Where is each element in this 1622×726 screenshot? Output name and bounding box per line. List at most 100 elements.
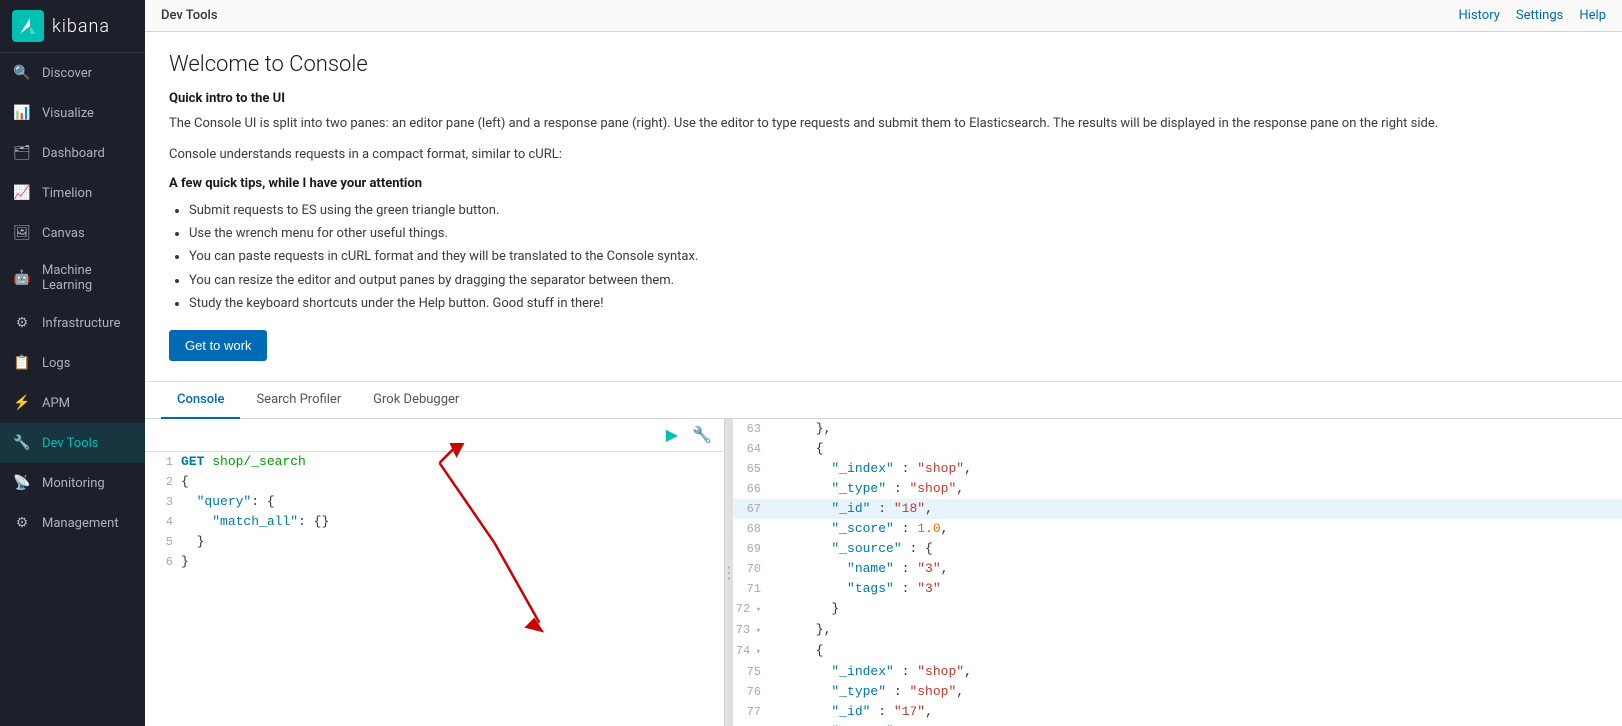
response-line: 69 "_source" : { [733, 539, 1622, 559]
line-content: "query": { [181, 492, 724, 512]
editor-line: 6} [145, 552, 724, 572]
machine-learning-label: Machine Learning [42, 263, 133, 293]
resp-line-number: 78 [733, 722, 769, 726]
line-content: GET shop/_search [181, 452, 724, 472]
visualize-icon: 📊 [12, 103, 32, 123]
resp-line-content: "tags" : "3" [769, 579, 1622, 599]
discover-icon: 🔍 [12, 63, 32, 83]
resp-line-content: "_score" : 1.0, [769, 519, 1622, 539]
editor-line: 3 "query": { [145, 492, 724, 512]
topbar-title: Dev Tools [161, 8, 218, 23]
response-line: 71 "tags" : "3" [733, 579, 1622, 599]
resp-line-content: }, [769, 620, 1622, 640]
resp-line-content: "_id" : "18", [769, 499, 1622, 519]
welcome-title: Welcome to Console [169, 52, 1598, 77]
dev-tools-icon: 🔧 [12, 433, 32, 453]
kibana-logo-icon [12, 10, 44, 42]
settings-link[interactable]: Settings [1516, 8, 1563, 23]
get-to-work-button[interactable]: Get to work [169, 330, 267, 361]
welcome-para1: The Console UI is split into two panes: … [169, 114, 1598, 135]
logs-icon: 📋 [12, 353, 32, 373]
resp-line-content: }, [769, 419, 1622, 439]
history-link[interactable]: History [1459, 8, 1500, 23]
sidebar-item-monitoring[interactable]: 📡 Monitoring [0, 463, 145, 503]
canvas-icon: 🖼 [12, 223, 32, 243]
resp-line-content: "_id" : "17", [769, 702, 1622, 722]
quick-intro-label: Quick intro to the UI [169, 91, 1598, 106]
sidebar: kibana 🔍 Discover 📊 Visualize 🗂 Dashboar… [0, 0, 145, 726]
response-line: 63 }, [733, 419, 1622, 439]
discover-label: Discover [42, 66, 92, 81]
resp-line-content: "name" : "3", [769, 559, 1622, 579]
response-pane: 63 },64 {65 "_index" : "shop",66 "_type"… [733, 419, 1622, 726]
tip-item: You can paste requests in cURL format an… [189, 245, 1598, 268]
management-icon: ⚙ [12, 513, 32, 533]
monitoring-icon: 📡 [12, 473, 32, 493]
welcome-section: Welcome to Console Quick intro to the UI… [145, 32, 1622, 382]
line-number: 3 [145, 492, 181, 512]
dashboard-label: Dashboard [42, 146, 105, 161]
sidebar-item-management[interactable]: ⚙ Management [0, 503, 145, 543]
welcome-para2: Console understands requests in a compac… [169, 145, 1598, 166]
response-line: 66 "_type" : "shop", [733, 479, 1622, 499]
resp-line-number: 65 [733, 459, 769, 479]
sidebar-item-infrastructure[interactable]: ⚙ Infrastructure [0, 303, 145, 343]
tab-console[interactable]: Console [161, 382, 240, 419]
topbar: Dev Tools History Settings Help [145, 0, 1622, 32]
line-content: } [181, 532, 724, 552]
resp-line-number: 70 [733, 559, 769, 579]
editor-line: 1GET shop/_search [145, 452, 724, 472]
code-editor[interactable]: 1GET shop/_search2{3 "query": {4 "match_… [145, 452, 724, 726]
response-line: 76 "_type" : "shop", [733, 682, 1622, 702]
resp-line-content: "_index" : "shop", [769, 459, 1622, 479]
tab-grok-debugger[interactable]: Grok Debugger [357, 382, 475, 419]
resp-line-number: 67 [733, 499, 769, 519]
main-content: Dev Tools History Settings Help Welcome … [145, 0, 1622, 726]
line-number: 1 [145, 452, 181, 472]
resp-line-number: 76 [733, 682, 769, 702]
resp-line-number: 64 [733, 439, 769, 459]
resp-line-content: "_type" : "shop", [769, 682, 1622, 702]
editor-area: ▶ 🔧 1GET shop/_search2{3 "query": {4 "ma… [145, 419, 1622, 726]
topbar-actions: History Settings Help [1459, 8, 1606, 23]
welcome-tips-list: Submit requests to ES using the green tr… [169, 199, 1598, 316]
tabs-bar: ConsoleSearch ProfilerGrok Debugger [145, 382, 1622, 419]
resp-line-content: { [769, 641, 1622, 661]
logo[interactable]: kibana [0, 0, 145, 53]
editor-toolbar: ▶ 🔧 [145, 419, 724, 452]
resp-line-number: 74 [733, 641, 769, 662]
resp-line-content: } [769, 599, 1622, 619]
monitoring-label: Monitoring [42, 476, 105, 491]
line-number: 4 [145, 512, 181, 532]
resp-line-number: 73 [733, 620, 769, 641]
sidebar-item-canvas[interactable]: 🖼 Canvas [0, 213, 145, 253]
sidebar-item-machine-learning[interactable]: 🤖 Machine Learning [0, 253, 145, 303]
resp-line-number: 75 [733, 662, 769, 682]
wrench-button[interactable]: 🔧 [688, 423, 716, 447]
pane-divider[interactable] [725, 419, 733, 726]
sidebar-item-apm[interactable]: ⚡ APM [0, 383, 145, 423]
response-line: 70 "name" : "3", [733, 559, 1622, 579]
help-link[interactable]: Help [1579, 8, 1606, 23]
infrastructure-icon: ⚙ [12, 313, 32, 333]
sidebar-item-logs[interactable]: 📋 Logs [0, 343, 145, 383]
response-line: 68 "_score" : 1.0, [733, 519, 1622, 539]
run-button[interactable]: ▶ [662, 423, 682, 447]
sidebar-item-dashboard[interactable]: 🗂 Dashboard [0, 133, 145, 173]
tab-search-profiler[interactable]: Search Profiler [240, 382, 357, 419]
response-line: 77 "_id" : "17", [733, 702, 1622, 722]
infrastructure-label: Infrastructure [42, 316, 120, 331]
editor-pane: ▶ 🔧 1GET shop/_search2{3 "query": {4 "ma… [145, 419, 725, 726]
response-line: 64 { [733, 439, 1622, 459]
sidebar-item-dev-tools[interactable]: 🔧 Dev Tools [0, 423, 145, 463]
line-content: } [181, 552, 724, 572]
resp-line-number: 69 [733, 539, 769, 559]
sidebar-item-timelion[interactable]: 📈 Timelion [0, 173, 145, 213]
apm-label: APM [42, 396, 70, 411]
visualize-label: Visualize [42, 106, 94, 121]
resp-line-content: { [769, 439, 1622, 459]
sidebar-item-visualize[interactable]: 📊 Visualize [0, 93, 145, 133]
editor-line: 2{ [145, 472, 724, 492]
sidebar-item-discover[interactable]: 🔍 Discover [0, 53, 145, 93]
management-label: Management [42, 516, 119, 531]
